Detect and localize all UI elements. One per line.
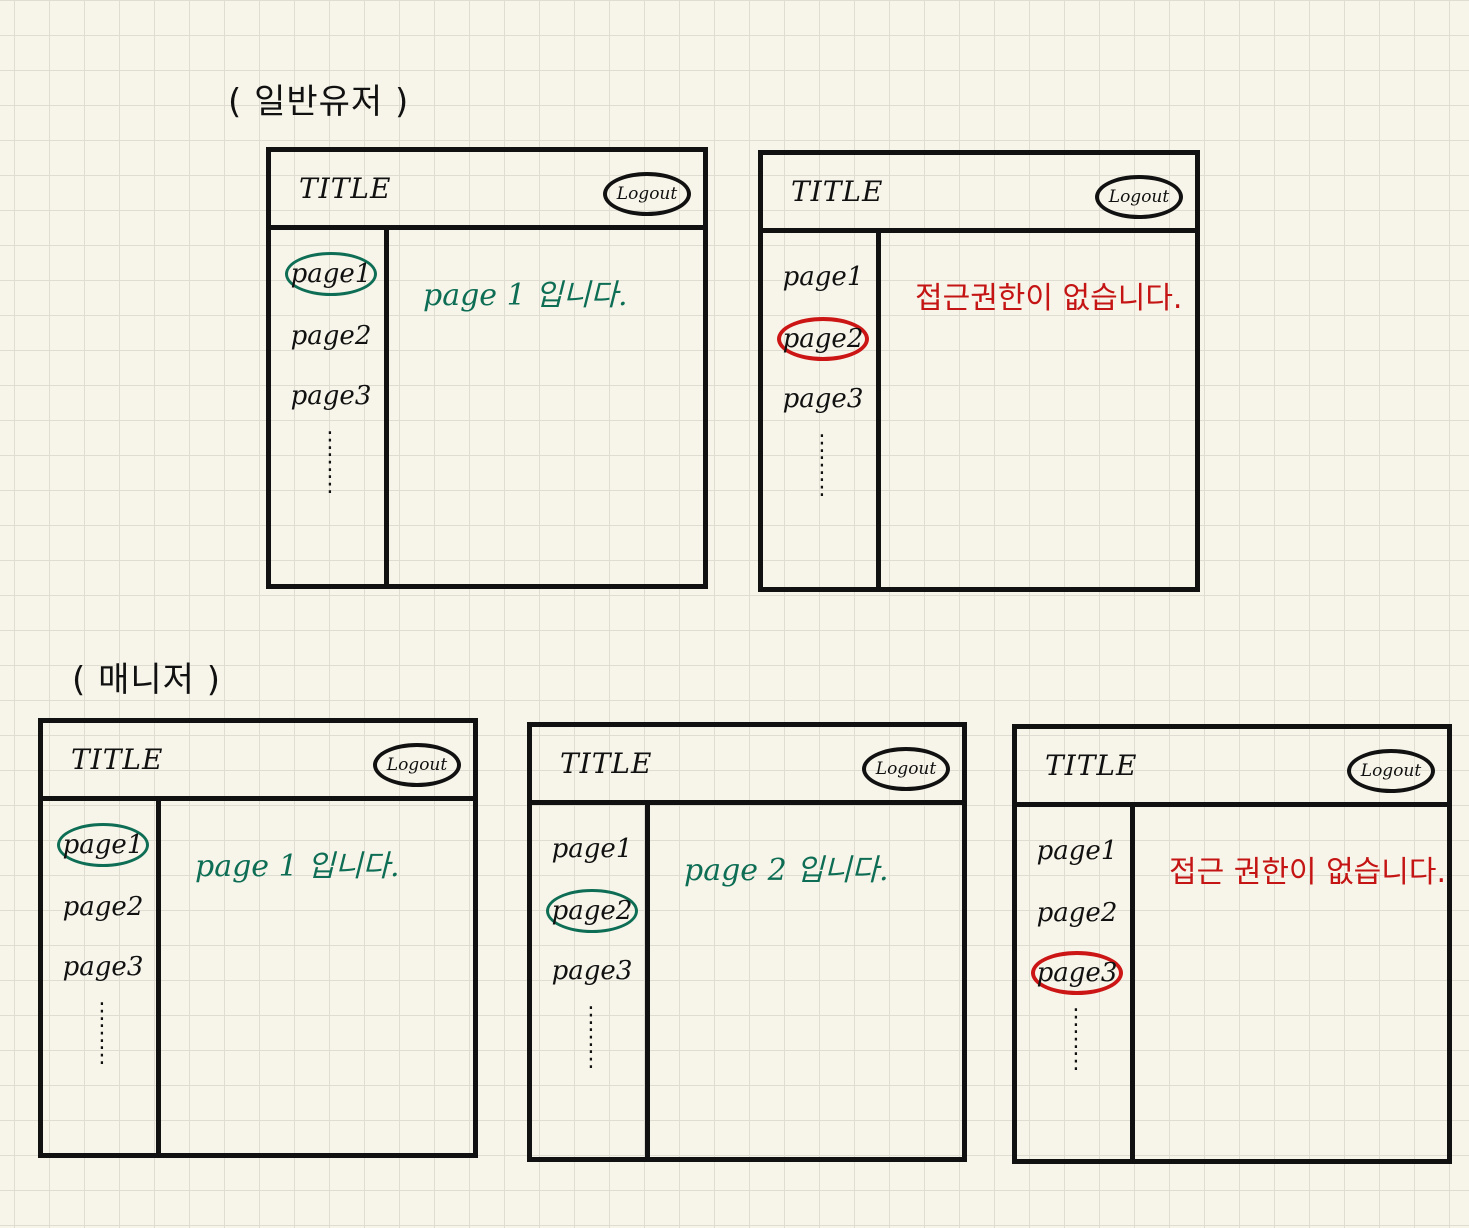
sidebar-item-page2[interactable]: page2 <box>777 317 869 361</box>
ellipsis-dot: ⋮ <box>811 475 833 500</box>
content-area: 접근 권한이 없습니다. <box>1135 807 1447 1159</box>
logout-button[interactable]: Logout <box>603 172 691 216</box>
page-title: TITLE <box>71 743 164 776</box>
sidebar-nav: page1 page2 page3 ⋮ ⋮ ⋮ <box>43 801 161 1153</box>
sidebar-item-page3[interactable]: page3 <box>1031 951 1123 995</box>
ellipsis-dot: ⋮ <box>91 1021 113 1046</box>
page-title: TITLE <box>299 172 392 205</box>
sidebar-item-page1[interactable]: page1 <box>285 252 377 296</box>
access-denied-message: 접근권한이 없습니다. <box>915 281 1183 316</box>
ellipsis-dot: ⋮ <box>91 999 113 1024</box>
content-area: page 2 입니다. <box>650 805 962 1157</box>
ellipsis-dot: ⋮ <box>319 450 341 475</box>
sidebar-item-page3[interactable]: page3 <box>777 377 869 421</box>
wireframe-manager-page3-denied: TITLE Logout page1 page2 page3 ⋮ ⋮ ⋮ 접근 권한이 없습니다… <box>1012 724 1452 1164</box>
sidebar-item-page1[interactable]: page1 <box>777 255 869 299</box>
ellipsis-dot: ⋮ <box>1065 1005 1087 1030</box>
ellipsis-dot: ⋮ <box>1065 1049 1087 1074</box>
ellipsis-dot: ⋮ <box>319 472 341 497</box>
ellipsis-dot: ⋮ <box>580 1003 602 1028</box>
more-pages-ellipsis: ⋮ ⋮ ⋮ <box>43 1001 161 1067</box>
content-area: page 1 입니다. <box>161 801 473 1153</box>
sidebar-nav: page1 page2 page3 ⋮ ⋮ ⋮ <box>763 233 881 587</box>
ellipsis-dot: ⋮ <box>580 1025 602 1050</box>
logout-button[interactable]: Logout <box>862 747 950 791</box>
page-title: TITLE <box>791 175 884 208</box>
ellipsis-dot: ⋮ <box>580 1047 602 1072</box>
sidebar-item-page1[interactable]: page1 <box>546 827 638 871</box>
header-bar: TITLE Logout <box>43 723 473 801</box>
header-bar: TITLE Logout <box>1017 729 1447 807</box>
wireframe-manager-page1: TITLE Logout page1 page2 page3 ⋮ ⋮ ⋮ page 1 입니다. <box>38 718 478 1158</box>
header-bar: TITLE Logout <box>763 155 1195 233</box>
page-content-message: page 1 입니다. <box>195 849 400 884</box>
sidebar-item-page3[interactable]: page3 <box>285 374 377 418</box>
more-pages-ellipsis: ⋮ ⋮ ⋮ <box>1017 1007 1135 1073</box>
logout-button[interactable]: Logout <box>1095 175 1183 219</box>
logout-button[interactable]: Logout <box>1347 749 1435 793</box>
wireframe-manager-page2: TITLE Logout page1 page2 page3 ⋮ ⋮ ⋮ page 2 입니다. <box>527 722 967 1162</box>
ellipsis-dot: ⋮ <box>319 428 341 453</box>
section-label-manager: ( 매니저 ) <box>72 660 221 700</box>
wireframe-general-page2-denied: TITLE Logout page1 page2 page3 ⋮ ⋮ ⋮ 접근권한이 없습니다. <box>758 150 1200 592</box>
ellipsis-dot: ⋮ <box>811 431 833 456</box>
wireframe-general-page1: TITLE Logout page1 page2 page3 ⋮ ⋮ ⋮ page 1 입니다. <box>266 147 708 589</box>
sidebar-item-page2[interactable]: page2 <box>546 889 638 933</box>
sidebar-item-page2[interactable]: page2 <box>1031 891 1123 935</box>
header-bar: TITLE Logout <box>271 152 703 230</box>
sidebar-nav: page1 page2 page3 ⋮ ⋮ ⋮ <box>1017 807 1135 1159</box>
more-pages-ellipsis: ⋮ ⋮ ⋮ <box>532 1005 650 1071</box>
more-pages-ellipsis: ⋮ ⋮ ⋮ <box>271 430 389 496</box>
ellipsis-dot: ⋮ <box>91 1043 113 1068</box>
page-content-message: page 1 입니다. <box>423 278 628 313</box>
sidebar-item-page3[interactable]: page3 <box>546 949 638 993</box>
sidebar-nav: page1 page2 page3 ⋮ ⋮ ⋮ <box>271 230 389 584</box>
sidebar-item-page2[interactable]: page2 <box>57 885 149 929</box>
logout-button[interactable]: Logout <box>373 743 461 787</box>
content-area: page 1 입니다. <box>389 230 703 584</box>
access-denied-message: 접근 권한이 없습니다. <box>1169 855 1447 890</box>
header-bar: TITLE Logout <box>532 727 962 805</box>
sidebar-nav: page1 page2 page3 ⋮ ⋮ ⋮ <box>532 805 650 1157</box>
ellipsis-dot: ⋮ <box>1065 1027 1087 1052</box>
sidebar-item-page2[interactable]: page2 <box>285 314 377 358</box>
page-content-message: page 2 입니다. <box>684 853 889 888</box>
more-pages-ellipsis: ⋮ ⋮ ⋮ <box>763 433 881 499</box>
section-label-general-user: ( 일반유저 ) <box>228 82 410 122</box>
ellipsis-dot: ⋮ <box>811 453 833 478</box>
sidebar-item-page1[interactable]: page1 <box>57 823 149 867</box>
sidebar-item-page3[interactable]: page3 <box>57 945 149 989</box>
page-title: TITLE <box>1045 749 1138 782</box>
content-area: 접근권한이 없습니다. <box>881 233 1195 587</box>
page-title: TITLE <box>560 747 653 780</box>
sidebar-item-page1[interactable]: page1 <box>1031 829 1123 873</box>
